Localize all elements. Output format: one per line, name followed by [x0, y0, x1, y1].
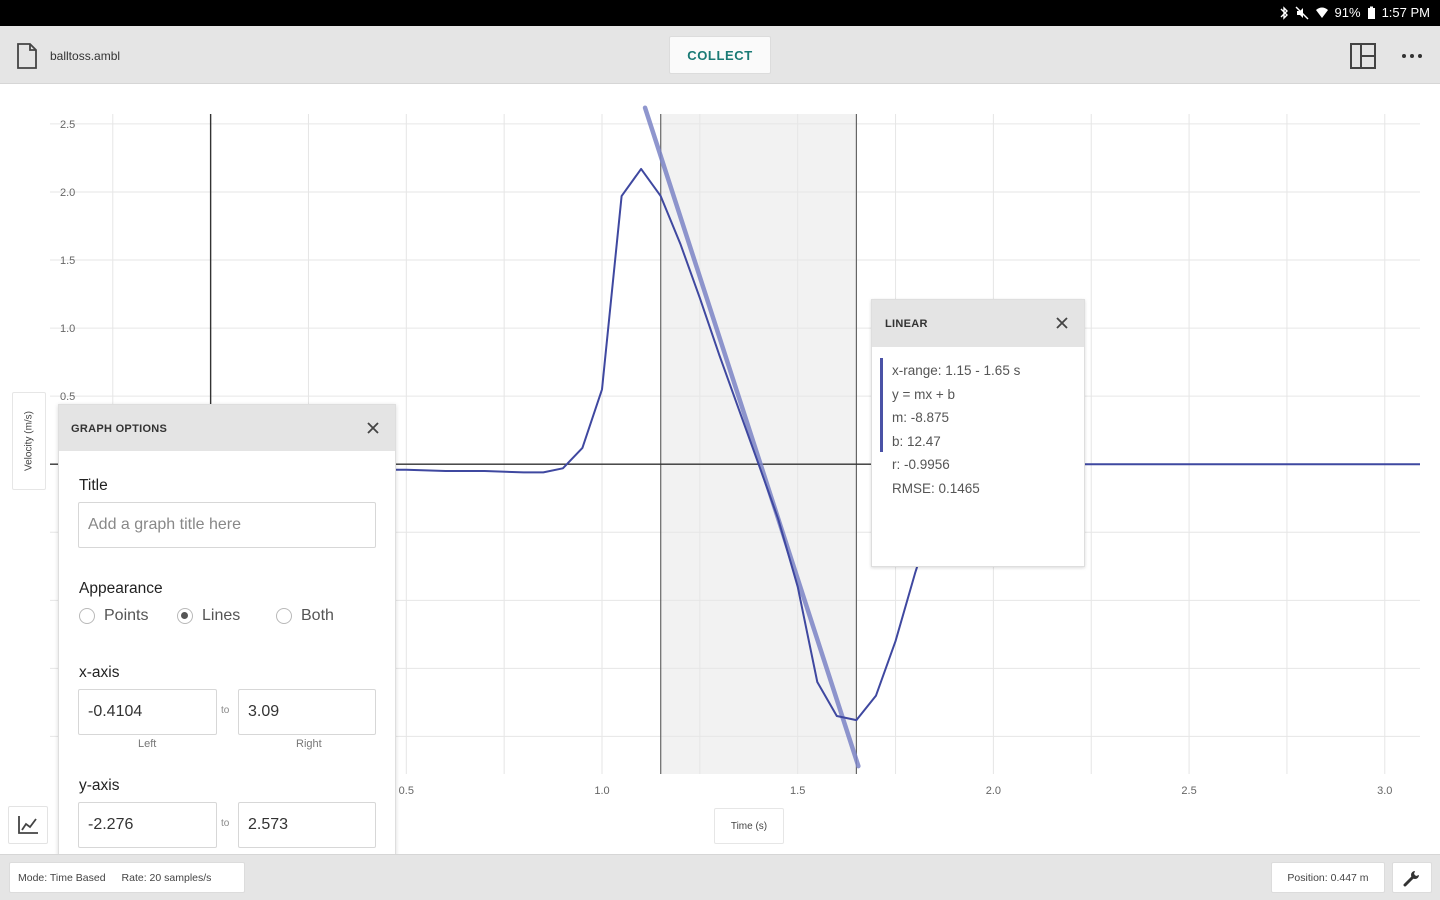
- more-options-button[interactable]: [1397, 42, 1427, 70]
- fit-intercept: b: 12.47: [892, 433, 941, 449]
- battery-level: 91%: [1334, 5, 1361, 20]
- x-tick-label: 0.5: [399, 785, 414, 797]
- x-tick-label: 2.5: [1181, 785, 1196, 797]
- chart-icon: [18, 816, 38, 834]
- status-icons: 91% 1:57 PM: [1279, 5, 1430, 20]
- layout-icon[interactable]: [1349, 42, 1377, 70]
- bottom-bar: Mode: Time Based Rate: 20 samples/s Posi…: [0, 854, 1440, 900]
- app-root: 91% 1:57 PM balltoss.ambl COLLECT 2.5 2.0…: [0, 0, 1440, 900]
- graph-options-header: GRAPH OPTIONS: [59, 405, 395, 451]
- range-separator: to: [221, 705, 230, 716]
- radio-label: Points: [104, 607, 149, 624]
- y-axis-label-button[interactable]: Velocity (m/s): [12, 392, 46, 490]
- collection-mode-button[interactable]: Mode: Time Based Rate: 20 samples/s: [9, 862, 245, 893]
- file-icon: [17, 43, 37, 69]
- left-caption: Left: [138, 738, 157, 750]
- title-field-label: Title: [79, 477, 108, 494]
- fit-correlation: r: -0.9956: [892, 457, 950, 473]
- radio-circle-selected: [177, 608, 193, 624]
- y-tick-label: 1.0: [60, 323, 75, 335]
- x-axis-options-label: x-axis: [79, 664, 120, 681]
- graph-title-input[interactable]: Add a graph title here: [78, 502, 376, 548]
- x-tick-label: 2.0: [986, 785, 1001, 797]
- x-axis-right-input[interactable]: 3.09: [238, 689, 376, 735]
- radio-circle: [79, 608, 95, 624]
- range-separator: to: [221, 818, 230, 829]
- mode-text: Mode: Time Based: [18, 871, 106, 884]
- x-tick-label: 3.0: [1377, 785, 1392, 797]
- radio-label: Lines: [202, 607, 241, 624]
- radio-label: Both: [301, 607, 334, 624]
- clock: 1:57 PM: [1381, 5, 1430, 20]
- x-tick-label: 1.5: [790, 785, 805, 797]
- fit-x-range: x-range: 1.15 - 1.65 s: [892, 363, 1021, 378]
- graph-options-panel: GRAPH OPTIONS Title Add a graph title he…: [58, 404, 396, 864]
- collect-button[interactable]: COLLECT: [669, 36, 771, 74]
- fit-slope: m: -8.875: [892, 410, 950, 426]
- appearance-both-radio[interactable]: Both: [276, 607, 334, 625]
- y-tick-label: 1.5: [60, 255, 75, 267]
- linear-fit-title: LINEAR: [885, 318, 928, 330]
- bluetooth-icon: [1280, 5, 1288, 20]
- fit-equation: y = mx + b: [892, 386, 956, 402]
- wifi-icon: [1315, 7, 1328, 18]
- appearance-lines-radio[interactable]: Lines: [177, 607, 240, 625]
- close-icon[interactable]: [365, 420, 381, 436]
- position-readout: Position: 0.447 m: [1287, 871, 1369, 884]
- appearance-points-radio[interactable]: Points: [79, 607, 148, 625]
- x-axis-label-button[interactable]: Time (s): [714, 808, 784, 844]
- position-meter[interactable]: Position: 0.447 m: [1271, 862, 1385, 893]
- appearance-label: Appearance: [79, 580, 163, 597]
- y-tick-label: 0.5: [60, 391, 75, 403]
- y-axis-options-label: y-axis: [79, 777, 120, 794]
- file-name[interactable]: balltoss.ambl: [50, 49, 120, 63]
- dot: [1410, 54, 1414, 58]
- dot: [1402, 54, 1406, 58]
- y-axis-label: Velocity (m/s): [23, 410, 35, 472]
- graph-tools-button[interactable]: [8, 806, 48, 844]
- linear-fit-header: LINEAR: [872, 300, 1084, 347]
- top-toolbar: balltoss.ambl COLLECT: [0, 26, 1440, 84]
- status-bar: 91% 1:57 PM: [0, 0, 1440, 26]
- y-axis-top-input[interactable]: 2.573: [238, 802, 376, 848]
- y-tick-label: 2.0: [60, 187, 75, 199]
- mute-icon: [1295, 6, 1309, 19]
- rate-text: Rate: 20 samples/s: [121, 871, 212, 884]
- radio-circle: [276, 608, 292, 624]
- x-tick-label: 1.0: [594, 785, 609, 797]
- y-axis-bottom-input[interactable]: -2.276: [78, 802, 217, 848]
- battery-icon: [1367, 6, 1375, 19]
- sensor-settings-button[interactable]: [1392, 862, 1432, 893]
- x-axis-label: Time (s): [730, 820, 768, 832]
- wrench-icon: [1403, 870, 1419, 886]
- right-caption: Right: [296, 738, 322, 750]
- linear-fit-panel: LINEAR x-range: 1.15 - 1.65 s y = mx + b…: [871, 299, 1085, 567]
- dot: [1418, 54, 1422, 58]
- graph-options-title: GRAPH OPTIONS: [71, 423, 168, 435]
- fit-rmse: RMSE: 0.1465: [892, 480, 980, 496]
- linear-fit-stats: x-range: 1.15 - 1.65 s y = mx + b m: -8.…: [872, 347, 1084, 501]
- x-axis-left-input[interactable]: -0.4104: [78, 689, 217, 735]
- y-tick-label: 2.5: [60, 119, 75, 131]
- close-icon[interactable]: [1054, 315, 1070, 331]
